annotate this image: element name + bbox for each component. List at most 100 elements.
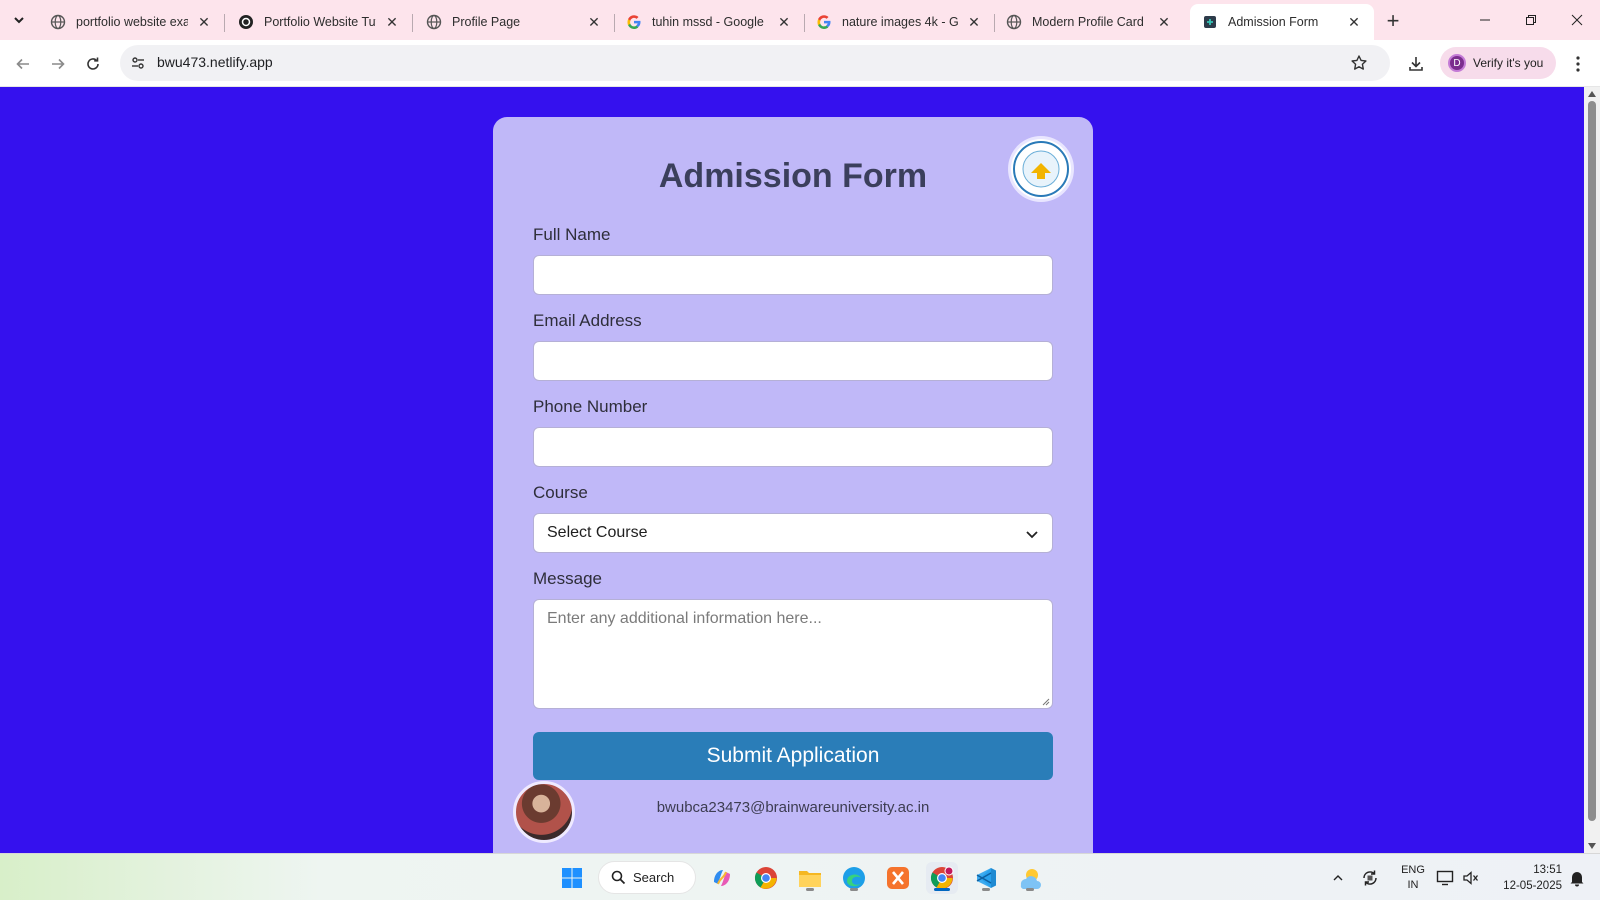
system-clock[interactable]: 13:51 12-05-2025 [1492,862,1562,894]
language-indicator[interactable]: ENG IN [1396,863,1430,893]
submit-application-button[interactable]: Submit Application [533,732,1053,780]
globe-icon [50,14,66,30]
email-label: Email Address [533,311,642,330]
volume-tray-button[interactable] [1460,854,1482,900]
close-icon[interactable]: ✕ [966,14,982,30]
minimize-icon [1480,19,1490,21]
edge-icon [843,867,865,889]
chevron-up-icon [1333,874,1343,880]
region-code: IN [1407,879,1419,891]
contact-email: bwubca23473@brainwareuniversity.ac.in [656,799,930,816]
full-name-input[interactable] [533,255,1053,295]
copilot-button[interactable] [706,862,738,894]
chrome-profile-button[interactable] [926,862,958,894]
university-logo [1011,139,1071,199]
email-input[interactable] [533,341,1053,381]
running-indicator [982,888,990,891]
page-scrollbar[interactable] [1584,87,1600,853]
taskbar-search[interactable]: Search [598,861,696,894]
close-window-button[interactable] [1554,0,1600,40]
minimize-button[interactable] [1462,0,1508,40]
close-icon[interactable]: ✕ [196,14,212,30]
reload-icon [87,57,99,70]
tab-separator [224,14,225,32]
reload-button[interactable] [80,51,106,77]
sync-icon [1363,870,1377,885]
browser-toolbar: bwu473.netlify.app D Verify it's you [0,40,1600,87]
sync-tray-button[interactable] [1358,854,1382,900]
address-bar[interactable]: bwu473.netlify.app [120,45,1390,81]
tab-google-search-nature[interactable]: nature images 4k - Go ✕ [804,4,995,40]
close-icon[interactable]: ✕ [384,14,400,30]
chrome-icon [754,867,777,889]
google-icon [627,15,641,29]
tab-portfolio-website-exam[interactable]: portfolio website exam ✕ [38,4,225,40]
profile-avatar-icon: D [1448,54,1466,72]
netlify-icon [1204,16,1216,28]
windows-start-icon [562,868,582,888]
resize-grip-icon[interactable] [1040,696,1050,706]
message-placeholder: Enter any additional information here... [547,610,822,627]
edge-button[interactable] [838,862,870,894]
tab-title: tuhin mssd - Google S [652,15,768,29]
downloads-button[interactable] [1402,50,1430,78]
weather-icon [1020,869,1041,890]
vscode-button[interactable] [970,862,1002,894]
windows-taskbar: Search ENG IN 13:51 12-05-2025 [0,853,1600,900]
xampp-icon [887,867,909,889]
file-explorer-button[interactable] [794,862,826,894]
tab-portfolio-website-tuto[interactable]: Portfolio Website Tuto ✕ [226,4,413,40]
show-hidden-icons-button[interactable] [1326,854,1350,900]
new-tab-button[interactable]: + [1380,8,1406,34]
tab-search-menu[interactable] [6,7,32,33]
close-icon[interactable]: ✕ [586,14,602,30]
message-textarea[interactable]: Enter any additional information here... [533,599,1053,709]
arrow-left-icon [16,58,29,70]
course-label: Course [533,483,588,502]
tab-strip: portfolio website exam ✕ Portfolio Websi… [0,0,1600,40]
close-icon[interactable]: ✕ [776,14,792,30]
chrome-button[interactable] [750,862,782,894]
weather-button[interactable] [1014,862,1046,894]
google-icon [817,15,831,29]
restore-button[interactable] [1508,0,1554,40]
chrome-profile-icon [930,866,954,889]
language-code: ENG [1401,864,1425,876]
verify-profile-button[interactable]: D Verify it's you [1440,47,1556,79]
phone-input[interactable] [533,427,1053,467]
site-info-icon[interactable] [126,51,150,75]
close-icon[interactable]: ✕ [1156,14,1172,30]
scroll-up-arrow-icon[interactable] [1588,91,1596,97]
download-icon [1409,57,1423,71]
back-button[interactable] [10,51,36,77]
close-icon [1571,14,1583,26]
bell-icon [1570,871,1584,886]
running-indicator [1026,888,1034,891]
forward-button[interactable] [45,51,71,77]
scroll-down-arrow-icon[interactable] [1588,843,1596,849]
file-explorer-icon [799,871,821,887]
copilot-icon [714,870,730,886]
bookmark-star-icon[interactable] [1348,52,1370,74]
browser-menu-button[interactable] [1566,51,1590,77]
course-select[interactable]: Select Course [533,513,1053,553]
page-viewport: Admission Form Full Name Email Address P… [0,87,1584,853]
chevron-down-icon [14,17,24,24]
network-tray-button[interactable] [1434,854,1456,900]
tab-profile-page[interactable]: Profile Page ✕ [414,4,615,40]
xampp-button[interactable] [882,862,914,894]
tab-admission-form[interactable]: Admission Form ✕ [1190,4,1374,40]
speaker-muted-icon [1463,870,1479,885]
tab-modern-profile-card[interactable]: Modern Profile Card ✕ [994,4,1184,40]
vscode-icon [976,868,996,888]
tab-google-search-tuhin[interactable]: tuhin mssd - Google S ✕ [614,4,805,40]
dark-circle-icon [239,15,253,29]
clock-time: 13:51 [1533,864,1562,876]
notifications-button[interactable] [1566,854,1588,900]
message-label: Message [533,569,602,588]
windows-start-button[interactable] [556,862,588,894]
close-icon[interactable]: ✕ [1346,14,1362,30]
tab-title: Portfolio Website Tuto [264,15,376,29]
running-indicator [850,888,858,891]
scrollbar-thumb[interactable] [1588,101,1596,821]
